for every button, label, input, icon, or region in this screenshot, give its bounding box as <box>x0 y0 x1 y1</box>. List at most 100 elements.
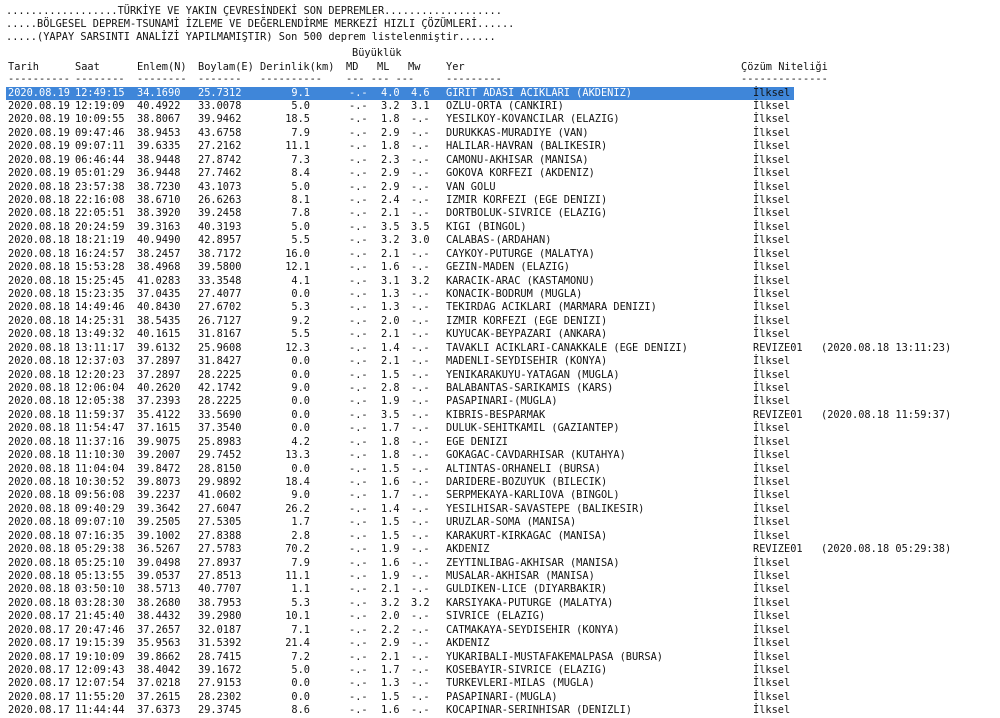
table-row[interactable]: 2020.08.19 05:01:29 36.9448 27.7462 8.4 -.- 2.… <box>6 167 794 180</box>
table-row[interactable]: 2020.08.18 11:54:47 37.1615 37.3540 0.0 -.- 1.… <box>6 422 794 435</box>
cell-quality: İlksel <box>753 113 791 126</box>
table-row[interactable]: 2020.08.17 21:45:40 38.4432 39.2980 10.1 -.- 2… <box>6 610 794 623</box>
cell-ml: 1.5 <box>381 516 400 529</box>
cell-place: KARAKURT-KIRKAGAC (MANISA) <box>446 529 608 542</box>
cell-mw: -.- <box>411 395 430 408</box>
table-row[interactable]: 2020.08.18 20:24:59 39.3163 40.3193 5.0 -.- 3.… <box>6 221 794 234</box>
cell-time: 05:29:38 <box>75 543 125 556</box>
cell-place: OZLU-ORTA (CANKIRI) <box>446 99 564 112</box>
cell-lon: 33.5690 <box>198 408 242 421</box>
table-row[interactable]: 2020.08.18 15:53:28 38.4968 39.5800 12.1 -.- 1… <box>6 261 794 274</box>
table-row[interactable]: 2020.08.18 11:10:30 39.2007 29.7452 13.3 -.- 1… <box>6 449 794 462</box>
table-row[interactable]: 2020.08.17 12:09:43 38.4042 39.1672 5.0 -.- 1.… <box>6 664 794 677</box>
table-row[interactable]: 2020.08.19 12:19:09 40.4922 33.0078 5.0 -.- 3.… <box>6 100 794 113</box>
cell-lat: 38.5435 <box>137 314 181 327</box>
cell-depth: 11.1 <box>285 140 310 153</box>
table-row-selected[interactable]: 2020.08.19 12:49:15 34.1690 25.7312 9.1 -.- 4.… <box>6 86 794 100</box>
cell-time: 15:25:45 <box>75 274 125 287</box>
table-row[interactable]: 2020.08.19 06:46:44 38.9448 27.8742 7.3 -.- 2.… <box>6 154 794 167</box>
cell-depth: 7.2 <box>291 650 310 663</box>
table-row[interactable]: 2020.08.18 03:50:10 38.5713 40.7707 1.1 -.- 2.… <box>6 583 794 596</box>
cell-depth: 7.1 <box>291 623 310 636</box>
cell-depth: 16.0 <box>285 247 310 260</box>
cell-lon: 27.5783 <box>198 543 242 556</box>
table-row[interactable]: 2020.08.18 12:05:38 37.2393 28.2225 0.0 -.- 1.… <box>6 395 794 408</box>
table-row[interactable]: 2020.08.18 05:25:10 39.0498 27.8937 7.9 -.- 1.… <box>6 557 794 570</box>
table-row[interactable]: 2020.08.19 09:07:11 39.6335 27.2162 11.1 -.- 1… <box>6 140 794 153</box>
table-row[interactable]: 2020.08.18 14:25:31 38.5435 26.7127 9.2 -.- 2.… <box>6 315 794 328</box>
cell-quality: İlksel <box>753 368 791 381</box>
cell-lat: 41.0283 <box>137 274 181 287</box>
cell-lat: 38.6710 <box>137 193 181 206</box>
table-row[interactable]: 2020.08.18 07:16:35 39.1002 27.8388 2.8 -.- 1.… <box>6 530 794 543</box>
table-row[interactable]: 2020.08.18 05:13:55 39.0537 27.8513 11.1 -.- 1… <box>6 570 794 583</box>
table-row[interactable]: 2020.08.17 12:07:54 37.0218 27.9153 0.0 -.- 1.… <box>6 677 794 690</box>
table-row[interactable]: 2020.08.17 20:47:46 37.2657 32.0187 7.1 -.- 2.… <box>6 624 794 637</box>
table-row[interactable]: 2020.08.18 12:20:23 37.2897 28.2225 0.0 -.- 1.… <box>6 369 794 382</box>
cell-md: -.- <box>349 113 368 126</box>
cell-quality: İlksel <box>753 355 791 368</box>
table-row[interactable]: 2020.08.18 23:57:38 38.7230 43.1073 5.0 -.- 2.… <box>6 181 794 194</box>
table-row[interactable]: 2020.08.18 11:59:37 35.4122 33.5690 0.0 -.- 3.… <box>6 409 794 422</box>
table-row[interactable]: 2020.08.18 13:49:32 40.1615 31.8167 5.5 -.- 2.… <box>6 328 794 341</box>
cell-mw: -.- <box>411 368 430 381</box>
table-row[interactable]: 2020.08.18 09:56:08 39.2237 41.0602 9.0 -.- 1.… <box>6 489 794 502</box>
table-row[interactable]: 2020.08.18 15:25:45 41.0283 33.3548 4.1 -.- 3.… <box>6 275 794 288</box>
table-row[interactable]: 2020.08.18 15:23:35 37.0435 27.4077 0.0 -.- 1.… <box>6 288 794 301</box>
cell-time: 16:24:57 <box>75 247 125 260</box>
cell-time: 09:07:10 <box>75 516 125 529</box>
cell-mw: -.- <box>411 677 430 690</box>
table-row[interactable]: 2020.08.18 22:16:08 38.6710 26.6263 8.1 -.- 2.… <box>6 194 794 207</box>
cell-lon: 27.6702 <box>198 301 242 314</box>
cell-time: 11:10:30 <box>75 449 125 462</box>
dash-derinlik: ---------- <box>260 73 322 85</box>
cell-depth: 10.1 <box>285 610 310 623</box>
table-row[interactable]: 2020.08.17 11:55:20 37.2615 28.2302 0.0 -.- 1.… <box>6 691 794 704</box>
table-row[interactable]: 2020.08.18 12:06:04 40.2620 42.1742 9.0 -.- 2.… <box>6 382 794 395</box>
table-row[interactable]: 2020.08.18 05:29:38 36.5267 27.5783 70.2 -.- 1… <box>6 543 794 556</box>
table-row[interactable]: 2020.08.18 03:28:30 38.2680 38.7953 5.3 -.- 3.… <box>6 597 794 610</box>
cell-md: -.- <box>349 677 368 690</box>
cell-depth: 0.0 <box>291 422 310 435</box>
table-row[interactable]: 2020.08.18 10:30:52 39.8073 29.9892 18.4 -.- 1… <box>6 476 794 489</box>
table-row[interactable]: 2020.08.18 14:49:46 40.8430 27.6702 5.3 -.- 1.… <box>6 301 794 314</box>
cell-lat: 36.9448 <box>137 167 181 180</box>
table-row[interactable]: 2020.08.18 13:11:17 39.6132 25.9608 12.3 -.- 1… <box>6 342 794 355</box>
cell-time: 05:25:10 <box>75 556 125 569</box>
table-row[interactable]: 2020.08.19 09:47:46 38.9453 43.6758 7.9 -.- 2.… <box>6 127 794 140</box>
cell-lat: 39.0537 <box>137 569 181 582</box>
cell-depth: 1.7 <box>291 516 310 529</box>
cell-md: -.- <box>349 650 368 663</box>
table-row[interactable]: 2020.08.18 22:05:51 38.3920 39.2458 7.8 -.- 2.… <box>6 207 794 220</box>
column-yer: Yer <box>446 61 465 73</box>
table-row[interactable]: 2020.08.18 18:21:19 40.9490 42.8957 5.5 -.- 3.… <box>6 234 794 247</box>
cell-place: IZMIR KORFEZI (EGE DENIZI) <box>446 193 608 206</box>
cell-date: 2020.08.19 <box>8 126 70 139</box>
cell-quality: İlksel <box>753 462 791 475</box>
cell-quality: İlksel <box>753 274 791 287</box>
cell-quality: İlksel <box>753 126 791 139</box>
table-row[interactable]: 2020.08.18 11:37:16 39.9075 25.8983 4.2 -.- 1.… <box>6 436 794 449</box>
cell-depth: 5.5 <box>291 234 310 247</box>
table-row[interactable]: 2020.08.17 19:15:39 35.9563 31.5392 21.4 -.- 2… <box>6 637 794 650</box>
table-row[interactable]: 2020.08.19 10:09:55 38.8067 39.9462 18.5 -.- 1… <box>6 113 794 126</box>
table-row[interactable]: 2020.08.18 12:37:03 37.2897 31.8427 0.0 -.- 2.… <box>6 355 794 368</box>
table-row[interactable]: 2020.08.18 11:04:04 39.8472 28.8150 0.0 -.- 1.… <box>6 463 794 476</box>
cell-lat: 35.4122 <box>137 408 181 421</box>
cell-quality: İlksel <box>753 328 791 341</box>
table-row[interactable]: 2020.08.18 16:24:57 38.2457 38.7172 16.0 -.- 2… <box>6 248 794 261</box>
cell-ml: 1.8 <box>381 140 400 153</box>
cell-quality: İlksel <box>753 287 791 300</box>
table-row[interactable]: 2020.08.17 19:10:09 39.8662 28.7415 7.2 -.- 2.… <box>6 651 794 664</box>
cell-quality: İlksel <box>753 435 791 448</box>
table-row[interactable]: 2020.08.18 09:40:29 39.3642 27.6047 26.2 -.- 1… <box>6 503 794 516</box>
cell-date: 2020.08.18 <box>8 583 70 596</box>
cell-ml: 1.8 <box>381 113 400 126</box>
cell-lon: 25.8983 <box>198 435 242 448</box>
cell-time: 22:16:08 <box>75 193 125 206</box>
cell-quality: İlksel <box>753 556 791 569</box>
table-row[interactable]: 2020.08.18 09:07:10 39.2505 27.5305 1.7 -.- 1.… <box>6 516 794 529</box>
cell-lat: 40.2620 <box>137 381 181 394</box>
cell-md: -.- <box>349 140 368 153</box>
cell-time: 09:40:29 <box>75 502 125 515</box>
